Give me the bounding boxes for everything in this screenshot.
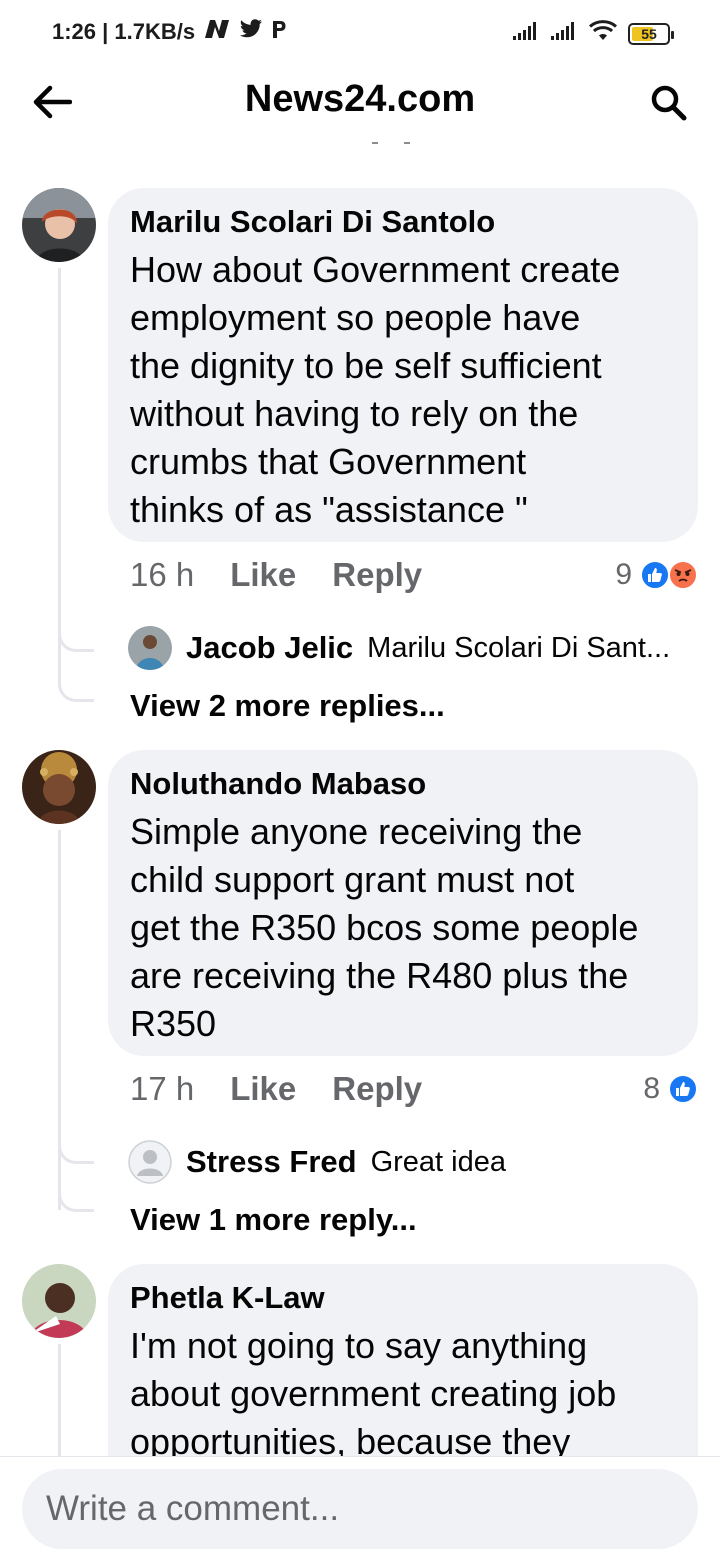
battery-icon: 55 bbox=[628, 22, 674, 45]
avatar[interactable] bbox=[22, 750, 96, 824]
thread-line bbox=[58, 268, 61, 688]
comment-1: Marilu Scolari Di Santolo How about Gove… bbox=[0, 188, 720, 723]
comment-author[interactable]: Noluthando Mabaso bbox=[130, 766, 676, 802]
search-button[interactable] bbox=[644, 78, 692, 126]
thread-branch bbox=[58, 1192, 94, 1212]
view-more-replies-link[interactable]: View 1 more reply... bbox=[130, 1202, 417, 1238]
page-title: News24.com bbox=[244, 78, 476, 120]
reply-button[interactable]: Reply bbox=[332, 1070, 422, 1108]
reply-button[interactable]: Reply bbox=[332, 556, 422, 594]
comment-text: How about Government create employment s… bbox=[130, 249, 621, 530]
app-header: News24.com bbox=[0, 64, 720, 140]
comment-actions: 17 h Like Reply bbox=[130, 1070, 422, 1108]
reply-avatar[interactable] bbox=[128, 1140, 172, 1184]
signal-icon bbox=[512, 21, 540, 46]
battery-level: 55 bbox=[641, 25, 657, 42]
comment-actions: 16 h Like Reply bbox=[130, 556, 422, 594]
comment-time: 16 h bbox=[130, 556, 195, 593]
like-reaction-icon bbox=[640, 560, 670, 590]
comment-bubble[interactable]: Noluthando Mabaso Simple anyone receivin… bbox=[108, 750, 698, 1056]
like-button[interactable]: Like bbox=[230, 1070, 296, 1108]
thread-line bbox=[58, 1344, 61, 1456]
angry-reaction-icon bbox=[668, 560, 698, 590]
signal-icon-2 bbox=[550, 21, 578, 46]
avatar[interactable] bbox=[22, 188, 96, 262]
comment-text: I'm not going to say anything about gove… bbox=[130, 1325, 617, 1456]
comment-text: Simple anyone receiving the child suppor… bbox=[130, 811, 639, 1044]
n-icon bbox=[203, 18, 231, 46]
comment-3: Phetla K-Law I'm not going to say anythi… bbox=[0, 1264, 720, 1456]
search-icon bbox=[651, 85, 687, 121]
reply-preview[interactable]: Jacob Jelic Marilu Scolari Di Sant... bbox=[128, 626, 670, 670]
comment-input[interactable]: Write a comment... bbox=[22, 1469, 698, 1549]
reaction-summary[interactable]: 9 bbox=[615, 558, 698, 592]
comment-author[interactable]: Marilu Scolari Di Santolo bbox=[130, 204, 676, 240]
thread-branch bbox=[58, 1144, 94, 1164]
twitter-icon bbox=[239, 19, 263, 45]
reply-avatar[interactable] bbox=[128, 626, 172, 670]
reply-preview[interactable]: Stress Fred Great idea bbox=[128, 1140, 506, 1184]
scrolled-content-fragment bbox=[372, 142, 410, 144]
reaction-count: 8 bbox=[643, 1072, 660, 1105]
reaction-summary[interactable]: 8 bbox=[643, 1072, 698, 1106]
like-reaction-icon bbox=[668, 1074, 698, 1104]
reply-author[interactable]: Jacob Jelic bbox=[186, 630, 353, 666]
avatar[interactable] bbox=[22, 1264, 96, 1338]
status-time-speed: 1:26 | 1.7KB/s bbox=[52, 19, 196, 44]
view-more-replies-link[interactable]: View 2 more replies... bbox=[130, 688, 445, 724]
reply-author[interactable]: Stress Fred bbox=[186, 1144, 357, 1180]
status-right: 55 bbox=[512, 20, 674, 47]
thread-branch bbox=[58, 632, 94, 652]
p-icon bbox=[271, 19, 287, 45]
wifi-icon bbox=[588, 20, 618, 47]
comment-bubble[interactable]: Marilu Scolari Di Santolo How about Gove… bbox=[108, 188, 698, 542]
status-left: 1:26 | 1.7KB/s bbox=[52, 18, 287, 46]
status-bar: 1:26 | 1.7KB/s 55 bbox=[0, 0, 720, 64]
comment-time: 17 h bbox=[130, 1070, 195, 1107]
reply-text: Marilu Scolari Di Sant... bbox=[367, 631, 671, 664]
comment-composer: Write a comment... bbox=[0, 1456, 720, 1561]
reaction-count: 9 bbox=[615, 558, 632, 591]
comment-2: Noluthando Mabaso Simple anyone receivin… bbox=[0, 750, 720, 1237]
default-avatar-icon bbox=[128, 1140, 172, 1184]
thread-branch bbox=[58, 682, 94, 702]
comment-author[interactable]: Phetla K-Law bbox=[130, 1280, 676, 1316]
comment-bubble[interactable]: Phetla K-Law I'm not going to say anythi… bbox=[108, 1264, 698, 1456]
reply-text: Great idea bbox=[370, 1145, 506, 1178]
like-button[interactable]: Like bbox=[230, 556, 296, 594]
